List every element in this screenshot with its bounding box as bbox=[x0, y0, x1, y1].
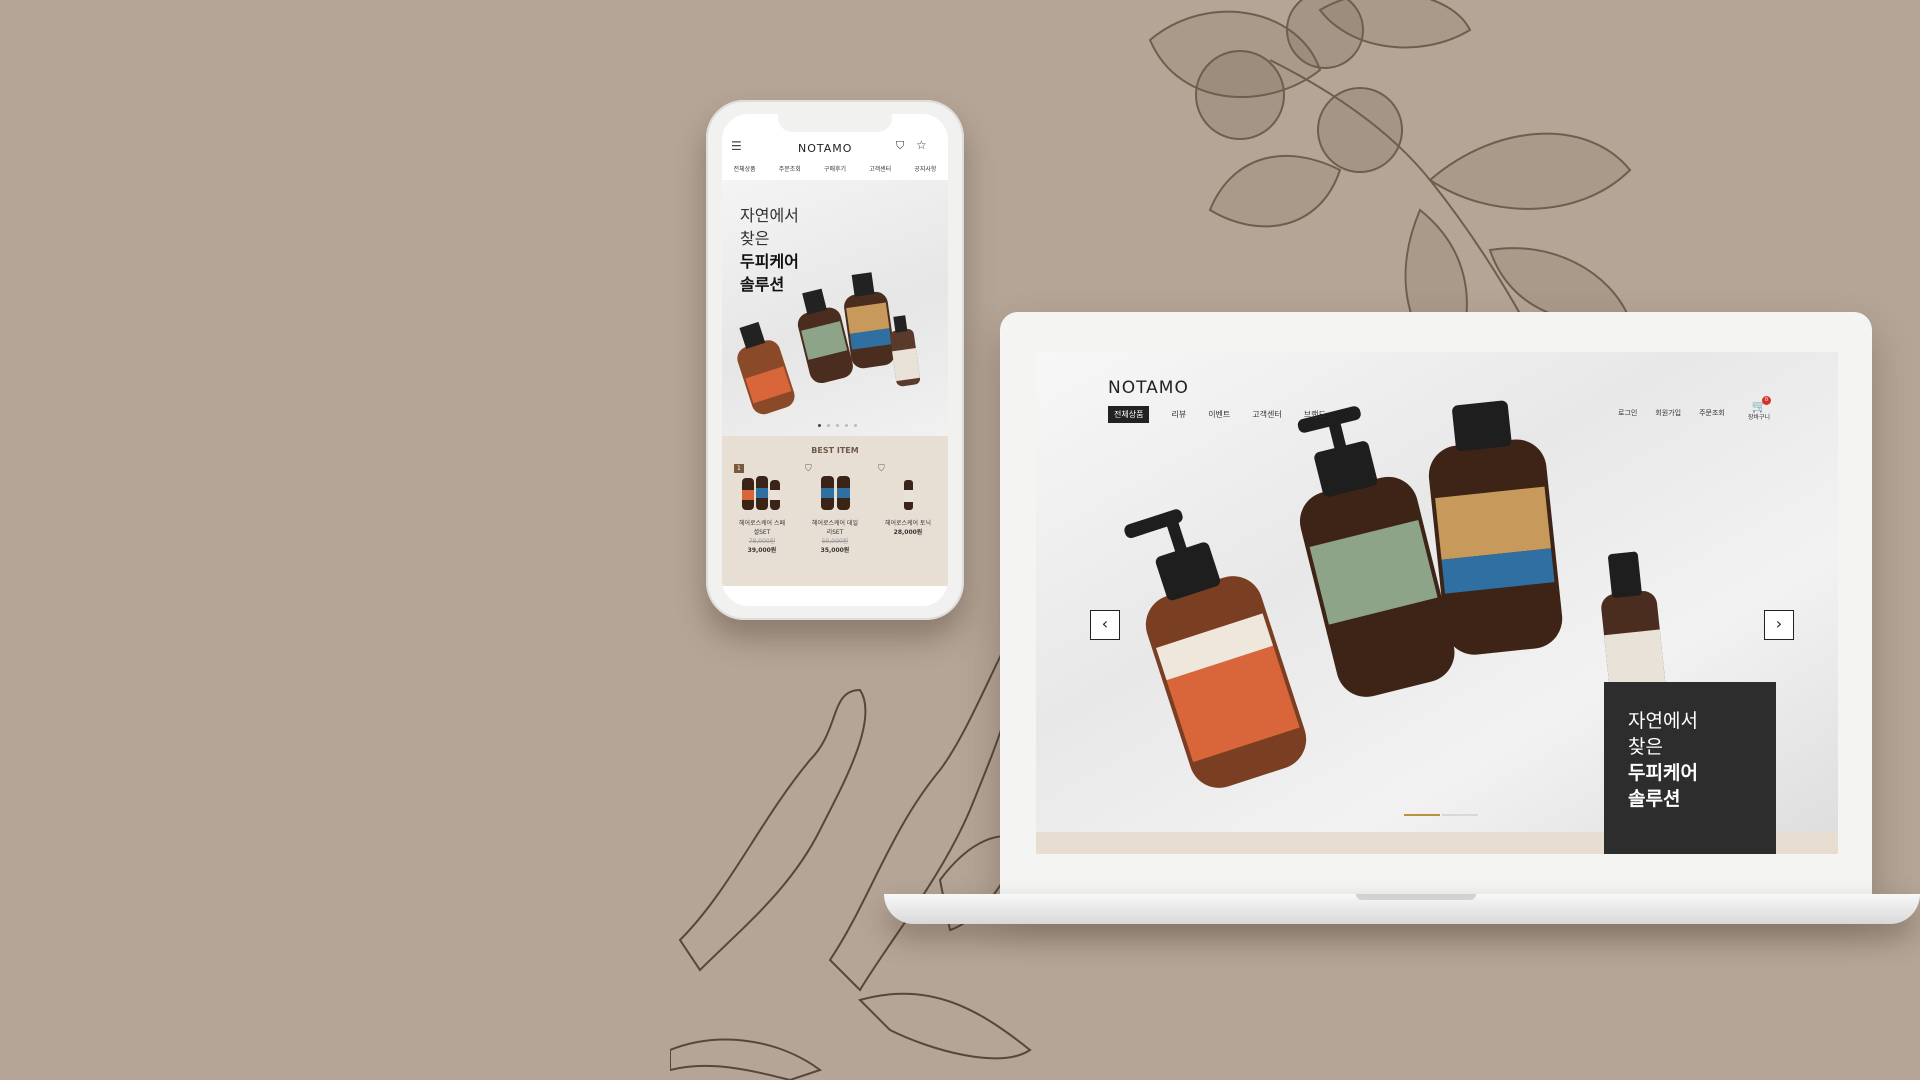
nav-item-review[interactable]: 리뷰 bbox=[1171, 409, 1186, 420]
desktop-product-bottles bbox=[1124, 400, 1670, 788]
mobile-nav-item[interactable]: 공지사항 bbox=[914, 164, 936, 178]
phone-mockup: ☰ NOTAMO ⛉ ☆ 전체상품 주문조회 구매후기 고객센터 공지사항 자연… bbox=[706, 100, 964, 620]
bookmark-icon[interactable]: ⛉ bbox=[878, 464, 885, 474]
mobile-nav-item[interactable]: 전체상품 bbox=[734, 164, 756, 178]
login-link[interactable]: 로그인 bbox=[1618, 408, 1637, 418]
signup-link[interactable]: 회원가입 bbox=[1655, 408, 1681, 418]
utility-nav: 로그인 회원가입 주문조회 bbox=[1618, 408, 1725, 418]
bag-icon[interactable]: ⛉ bbox=[896, 139, 904, 153]
product-card[interactable]: 1 헤어로스케어 스페 셜SET 78,000원 39,000원 bbox=[728, 464, 796, 554]
mobile-hero-banner[interactable]: 자연에서 찾은 두피케어 솔루션 bbox=[722, 180, 948, 436]
desktop-screen: NOTAMO 전체상품 리뷰 이벤트 고객센터 브랜드 로그인 회원가입 주문조… bbox=[1036, 352, 1838, 854]
mobile-nav-item[interactable]: 주문조회 bbox=[779, 164, 801, 178]
mobile-slider-dots[interactable] bbox=[818, 424, 857, 427]
hero-caption-panel: 자연에서 찾은 두피케어 솔루션 bbox=[1604, 682, 1776, 854]
mobile-screen: ☰ NOTAMO ⛉ ☆ 전체상품 주문조회 구매후기 고객센터 공지사항 자연… bbox=[722, 114, 948, 606]
slide-indicator[interactable] bbox=[1442, 814, 1478, 816]
product-image bbox=[904, 480, 913, 510]
nav-item-event[interactable]: 이벤트 bbox=[1208, 409, 1230, 420]
bookmark-icon[interactable]: ⛉ bbox=[805, 464, 812, 474]
nav-item-all-products[interactable]: 전체상품 bbox=[1108, 406, 1150, 423]
chevron-right-icon: › bbox=[1775, 614, 1783, 633]
mobile-nav-item[interactable]: 고객센터 bbox=[869, 164, 891, 178]
laptop-notch bbox=[1356, 894, 1476, 900]
best-item-section: BEST ITEM 1 헤어로스케어 스페 셜SET 78,000원 39,00… bbox=[722, 436, 948, 586]
slide-indicator-active[interactable] bbox=[1404, 814, 1440, 816]
mobile-nav: 전체상품 주문조회 구매후기 고객센터 공지사항 bbox=[722, 164, 948, 178]
cart-button[interactable]: 🛒 0 장바구니 bbox=[1744, 396, 1774, 421]
nav-item-customer-center[interactable]: 고객센터 bbox=[1252, 409, 1281, 420]
product-image bbox=[821, 476, 850, 510]
cart-label: 장바구니 bbox=[1747, 414, 1771, 421]
rank-badge: 1 bbox=[734, 464, 744, 473]
best-item-title: BEST ITEM bbox=[811, 446, 859, 455]
star-icon[interactable]: ☆ bbox=[916, 138, 927, 152]
next-slide-button[interactable]: › bbox=[1764, 610, 1794, 640]
mobile-product-bottles bbox=[737, 272, 921, 415]
cart-count-badge: 0 bbox=[1762, 396, 1771, 405]
product-card[interactable]: ⛉ 헤어로스케어 데일 리SET 50,000원 35,000원 bbox=[801, 464, 869, 554]
chevron-left-icon: ‹ bbox=[1101, 614, 1109, 633]
phone-notch bbox=[778, 114, 892, 132]
best-products-list: 1 헤어로스케어 스페 셜SET 78,000원 39,000원 ⛉ 헤어로스케… bbox=[728, 464, 942, 554]
desktop-hero-text: 자연에서 찾은 두피케어 솔루션 bbox=[1628, 710, 1698, 810]
mobile-logo[interactable]: NOTAMO bbox=[798, 142, 852, 155]
desktop-logo[interactable]: NOTAMO bbox=[1108, 378, 1189, 398]
mobile-nav-item[interactable]: 구매후기 bbox=[824, 164, 846, 178]
nav-item-brand[interactable]: 브랜드 bbox=[1304, 409, 1326, 420]
product-card[interactable]: ⛉ 헤어로스케어 토닉 28,000원 bbox=[874, 464, 942, 554]
desktop-main-nav: 전체상품 리뷰 이벤트 고객센터 브랜드 bbox=[1108, 406, 1326, 423]
order-lookup-link[interactable]: 주문조회 bbox=[1699, 408, 1725, 418]
hamburger-icon[interactable]: ☰ bbox=[731, 139, 742, 153]
prev-slide-button[interactable]: ‹ bbox=[1090, 610, 1120, 640]
